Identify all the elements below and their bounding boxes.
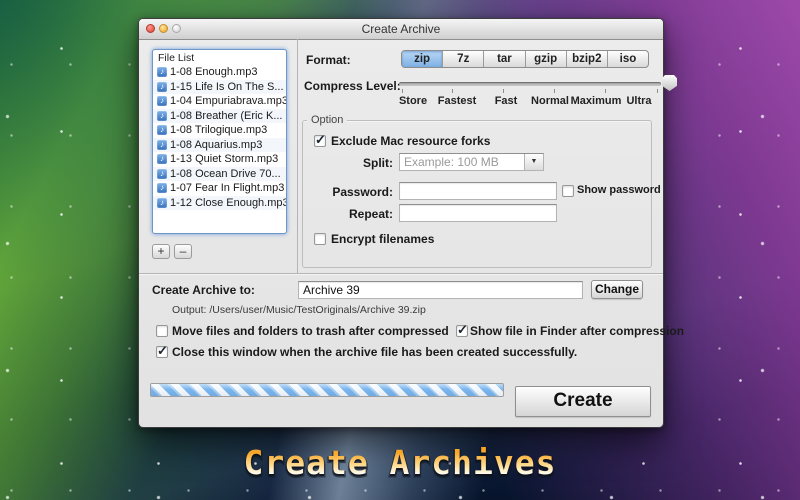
slider-tick xyxy=(554,89,555,93)
music-file-icon: ♪ xyxy=(157,125,167,135)
create-archive-window: Create Archive File List ♪1-08 Enough.mp… xyxy=(138,18,664,428)
show-password-label[interactable]: Show password xyxy=(577,184,661,196)
music-file-icon: ♪ xyxy=(157,96,167,106)
output-path: Output: /Users/user/Music/TestOriginals/… xyxy=(172,304,426,316)
file-name: 1-08 Breather (Eric K... xyxy=(170,110,283,122)
list-item[interactable]: ♪1-08 Aquarius.mp3 xyxy=(153,138,286,153)
file-name: 1-08 Ocean Drive 70... xyxy=(170,168,281,180)
tick-label-fastest: Fastest xyxy=(438,95,477,107)
music-file-icon: ♪ xyxy=(157,67,167,77)
progress-bar xyxy=(150,383,504,397)
format-option-zip[interactable]: zip xyxy=(402,51,443,67)
list-item[interactable]: ♪1-07 Fear In Flight.mp3 xyxy=(153,181,286,196)
tick-label-store: Store xyxy=(399,95,427,107)
close-window-checkbox[interactable] xyxy=(156,346,168,358)
option-group-label: Option xyxy=(307,114,347,126)
music-file-icon: ♪ xyxy=(157,140,167,150)
remove-file-button[interactable]: – xyxy=(174,244,192,259)
file-name: 1-15 Life Is On The S... xyxy=(170,81,284,93)
split-combobox[interactable]: Example: 100 MB ▼ xyxy=(399,153,544,171)
file-list[interactable]: File List ♪1-08 Enough.mp3 ♪1-15 Life Is… xyxy=(152,49,287,234)
music-file-icon: ♪ xyxy=(157,111,167,121)
list-item[interactable]: ♪1-15 Life Is On The S... xyxy=(153,80,286,95)
section-divider xyxy=(139,273,663,274)
format-label: Format: xyxy=(306,53,351,67)
add-file-button[interactable]: + xyxy=(152,244,170,259)
exclude-forks-checkbox[interactable] xyxy=(314,135,326,147)
music-file-icon: ♪ xyxy=(157,183,167,193)
move-to-trash-label[interactable]: Move files and folders to trash after co… xyxy=(172,324,449,338)
music-file-icon: ♪ xyxy=(157,82,167,92)
create-button[interactable]: Create xyxy=(515,386,651,417)
list-item[interactable]: ♪1-13 Quiet Storm.mp3 xyxy=(153,152,286,167)
list-item[interactable]: ♪1-08 Trilogique.mp3 xyxy=(153,123,286,138)
file-name: 1-12 Close Enough.mp3 xyxy=(170,197,287,209)
list-item[interactable]: ♪1-04 Empuriabrava.mp3 xyxy=(153,94,286,109)
caption: Create Archives Create Archives xyxy=(0,443,800,482)
file-name: 1-04 Empuriabrava.mp3 xyxy=(170,95,287,107)
tick-label-fast: Fast xyxy=(495,95,518,107)
list-item[interactable]: ♪1-08 Enough.mp3 xyxy=(153,65,286,80)
file-name: 1-08 Enough.mp3 xyxy=(170,66,257,78)
file-name: 1-07 Fear In Flight.mp3 xyxy=(170,182,284,194)
repeat-field[interactable] xyxy=(399,204,557,222)
slider-tick xyxy=(503,89,504,93)
format-option-bzip2[interactable]: bzip2 xyxy=(567,51,608,67)
window-title: Create Archive xyxy=(139,22,663,36)
exclude-forks-label[interactable]: Exclude Mac resource forks xyxy=(331,134,490,148)
file-name: 1-08 Aquarius.mp3 xyxy=(170,139,262,151)
format-option-tar[interactable]: tar xyxy=(484,51,525,67)
format-option-gzip[interactable]: gzip xyxy=(526,51,567,67)
password-label: Password: xyxy=(302,185,393,199)
archive-name-field[interactable] xyxy=(298,281,583,299)
change-button[interactable]: Change xyxy=(591,280,643,299)
file-list-label: File List xyxy=(153,50,286,65)
password-field[interactable] xyxy=(399,182,557,200)
show-password-checkbox[interactable] xyxy=(562,185,574,197)
format-segmented-control: zip 7z tar gzip bzip2 iso xyxy=(401,50,649,68)
list-item[interactable]: ♪1-08 Breather (Eric K... xyxy=(153,109,286,124)
music-file-icon: ♪ xyxy=(157,154,167,164)
desktop: Create Archive File List ♪1-08 Enough.mp… xyxy=(0,0,800,500)
format-option-7z[interactable]: 7z xyxy=(443,51,484,67)
chevron-down-icon[interactable]: ▼ xyxy=(524,154,543,170)
file-name: 1-13 Quiet Storm.mp3 xyxy=(170,153,278,165)
slider-tick xyxy=(657,89,658,93)
show-in-finder-label[interactable]: Show file in Finder after compression xyxy=(470,324,684,338)
show-in-finder-checkbox[interactable] xyxy=(456,325,468,337)
compress-slider-track[interactable] xyxy=(399,82,661,86)
music-file-icon: ♪ xyxy=(157,198,167,208)
split-placeholder: Example: 100 MB xyxy=(400,154,524,170)
list-item[interactable]: ♪1-08 Ocean Drive 70... xyxy=(153,167,286,182)
caption-text: Create Archives xyxy=(0,443,800,482)
create-archive-to-label: Create Archive to: xyxy=(152,283,255,297)
pane-divider xyxy=(297,39,298,273)
compress-level-label: Compress Level: xyxy=(304,79,401,93)
tick-label-maximum: Maximum xyxy=(571,95,622,107)
encrypt-filenames-label[interactable]: Encrypt filenames xyxy=(331,232,434,246)
slider-tick xyxy=(452,89,453,93)
tick-label-ultra: Ultra xyxy=(626,95,651,107)
titlebar[interactable]: Create Archive xyxy=(139,19,663,40)
move-to-trash-checkbox[interactable] xyxy=(156,325,168,337)
close-window-label[interactable]: Close this window when the archive file … xyxy=(172,345,577,359)
split-label: Split: xyxy=(302,156,393,170)
slider-tick xyxy=(402,89,403,93)
file-name: 1-08 Trilogique.mp3 xyxy=(170,124,267,136)
slider-tick xyxy=(605,89,606,93)
tick-label-normal: Normal xyxy=(531,95,569,107)
music-file-icon: ♪ xyxy=(157,169,167,179)
list-item[interactable]: ♪1-12 Close Enough.mp3 xyxy=(153,196,286,211)
encrypt-filenames-checkbox[interactable] xyxy=(314,233,326,245)
repeat-label: Repeat: xyxy=(302,207,393,221)
format-option-iso[interactable]: iso xyxy=(608,51,648,67)
